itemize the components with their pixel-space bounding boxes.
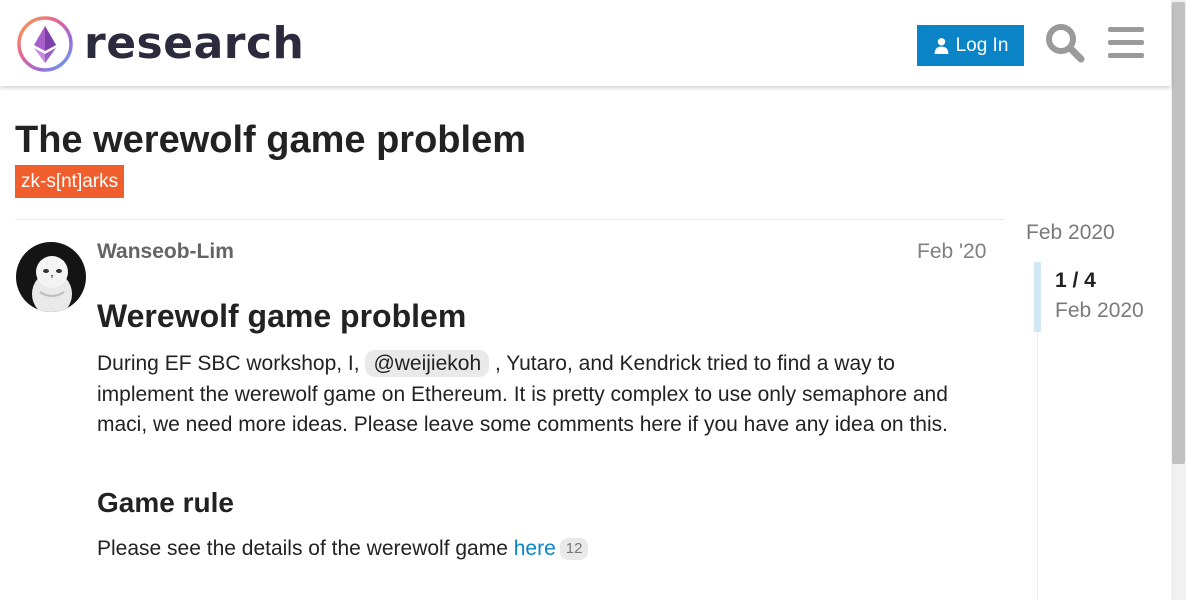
site-header: research Log In xyxy=(0,0,1171,86)
login-button[interactable]: Log In xyxy=(917,25,1024,66)
search-icon xyxy=(1046,24,1085,63)
site-logo[interactable]: research xyxy=(16,14,304,74)
login-label: Log In xyxy=(955,34,1009,56)
post-author[interactable]: Wanseob-Lim xyxy=(97,240,234,264)
user-icon xyxy=(934,38,948,54)
post-paragraph: During EF SBC workshop, I, @weijiekoh , … xyxy=(97,349,997,441)
rule-link[interactable]: here xyxy=(514,537,556,560)
user-mention[interactable]: @weijiekoh xyxy=(365,350,490,377)
topic-title[interactable]: The werewolf game problem xyxy=(15,118,526,164)
timeline-position: 1 / 4 xyxy=(1055,269,1096,292)
logo-text: research xyxy=(84,18,305,69)
timeline-handle[interactable] xyxy=(1034,262,1041,332)
search-button[interactable] xyxy=(1044,22,1086,64)
timeline-current-date: Feb 2020 xyxy=(1055,299,1144,322)
hamburger-menu-icon xyxy=(1108,27,1144,58)
rule-text: Please see the details of the werewolf g… xyxy=(97,537,514,560)
post-date[interactable]: Feb '20 xyxy=(917,240,986,264)
timeline-start-date[interactable]: Feb 2020 xyxy=(1026,221,1115,245)
owl-avatar-image xyxy=(16,242,86,312)
post-heading: Werewolf game problem xyxy=(97,298,467,334)
hamburger-menu-button[interactable] xyxy=(1106,24,1146,62)
title-divider xyxy=(15,219,1004,220)
avatar[interactable] xyxy=(16,242,86,312)
scrollbar-thumb[interactable] xyxy=(1172,2,1185,464)
para-text-before: During EF SBC workshop, I, xyxy=(97,352,366,375)
topic-tag[interactable]: zk-s[nt]arks xyxy=(15,165,125,198)
link-click-count: 12 xyxy=(559,538,589,560)
rule-paragraph: Please see the details of the werewolf g… xyxy=(97,535,589,563)
ethereum-logo-icon xyxy=(17,16,73,72)
page-scrollbar[interactable] xyxy=(1171,0,1186,600)
post-subheading: Game rule xyxy=(97,487,234,518)
